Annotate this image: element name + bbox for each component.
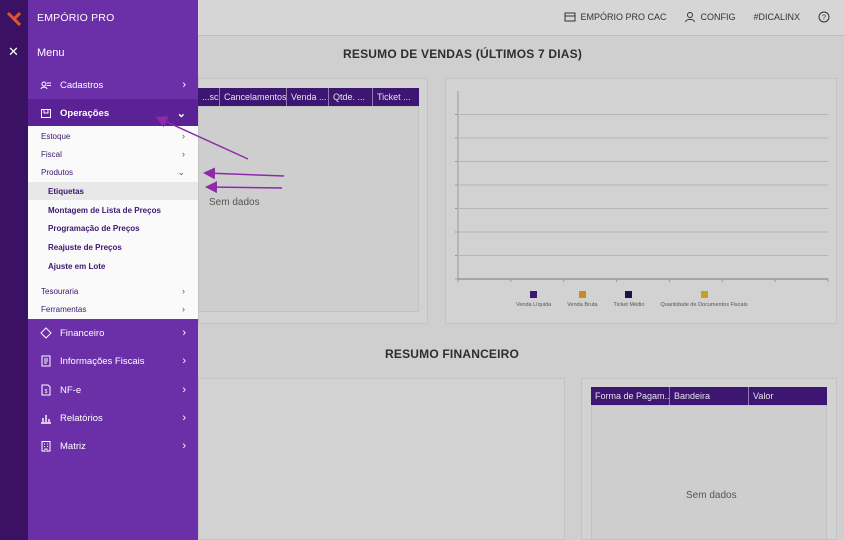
menu-title: Menu	[37, 47, 65, 59]
menu-item-matriz[interactable]: Matriz ›	[28, 432, 198, 460]
col-header[interactable]: Bandeira	[670, 387, 749, 405]
sales-chart: Venda Líquida Venda Bruta Ticket Médio Q…	[445, 78, 837, 324]
menu-item-relatorios[interactable]: Relatórios ›	[28, 404, 198, 432]
submenu-item-etiquetas[interactable]: Etiquetas	[28, 182, 198, 200]
chevron-right-icon: ›	[182, 384, 186, 396]
col-header[interactable]: Forma de Pagam...	[591, 387, 670, 405]
submenu-item-ferramentas[interactable]: Ferramentas ›	[28, 300, 198, 318]
legend-item[interactable]: Ticket Médio	[613, 291, 644, 308]
financial-summary-title: RESUMO FINANCEIRO	[385, 347, 520, 361]
submenu-item-montagem-lista-precos[interactable]: Montagem de Lista de Preços	[28, 201, 198, 219]
bar-chart-icon	[41, 415, 51, 424]
store-selector[interactable]: EMPÓRIO PRO CAC	[564, 11, 666, 23]
submenu-item-fiscal[interactable]: Fiscal ›	[28, 145, 198, 163]
document-icon	[41, 355, 51, 367]
user-icon	[685, 12, 696, 23]
help-icon: ?	[818, 11, 830, 23]
col-header[interactable]: Ticket ...	[373, 88, 419, 106]
col-header[interactable]: Cancelamentos	[220, 88, 287, 106]
chevron-right-icon: ›	[182, 286, 185, 296]
linx-logo-icon	[7, 12, 21, 26]
submenu-item-ajuste-lote[interactable]: Ajuste em Lote	[28, 257, 198, 275]
menu-item-informacoes-fiscais[interactable]: Informações Fiscais ›	[28, 347, 198, 375]
chevron-right-icon: ›	[182, 412, 186, 424]
dicalinx-label: #DICALINX	[753, 12, 800, 22]
nfe-icon: $	[41, 384, 51, 396]
legend-item[interactable]: Venda Bruta	[567, 291, 597, 308]
close-icon[interactable]: ✕	[8, 45, 19, 58]
store-icon	[564, 12, 576, 22]
chart-legend: Venda Líquida Venda Bruta Ticket Médio Q…	[516, 291, 748, 308]
menu-item-financeiro[interactable]: Financeiro ›	[28, 319, 198, 347]
help-button[interactable]: ?	[818, 11, 830, 23]
chevron-right-icon: ›	[182, 304, 185, 314]
legend-swatch	[625, 291, 633, 298]
brand-title: EMPÓRIO PRO	[37, 12, 115, 24]
col-header[interactable]: Qtde. ...	[329, 88, 373, 106]
chevron-down-icon: ⌄	[176, 107, 186, 120]
menu-item-operacoes[interactable]: Operações ⌄	[28, 99, 198, 127]
chart-canvas	[455, 91, 829, 282]
operacoes-submenu: Estoque › Fiscal › Produtos ⌄ Etiquetas …	[28, 126, 198, 319]
legend-item[interactable]: Quantidade de Documentos Fiscais	[660, 291, 748, 308]
sales-summary-title: RESUMO DE VENDAS (ÚLTIMOS 7 DIAS)	[343, 47, 583, 61]
legend-item[interactable]: Venda Líquida	[516, 291, 551, 308]
svg-text:$: $	[45, 389, 48, 395]
config-label: CONFIG	[700, 12, 736, 22]
submenu-item-reajuste-precos[interactable]: Reajuste de Preços	[28, 238, 198, 256]
menu-item-cadastros[interactable]: Cadastros ›	[28, 71, 198, 99]
col-header[interactable]: ...sci...	[198, 88, 220, 106]
building-icon	[41, 441, 51, 452]
submenu-item-programacao-precos[interactable]: Programação de Preços	[28, 219, 198, 237]
config-button[interactable]: CONFIG	[684, 11, 735, 23]
sales-table-header: ...sci... Cancelamentos Venda ... Qtde. …	[198, 88, 419, 106]
address-card-icon	[40, 81, 51, 90]
diamond-icon	[40, 327, 52, 339]
icon-rail: ✕	[0, 0, 28, 540]
submenu-item-estoque[interactable]: Estoque ›	[28, 127, 198, 145]
menu-item-nfe[interactable]: $ NF-e ›	[28, 376, 198, 404]
col-header[interactable]: Venda ...	[287, 88, 329, 106]
submenu-item-produtos[interactable]: Produtos ⌄	[28, 163, 198, 181]
chevron-right-icon: ›	[182, 131, 185, 141]
store-label: EMPÓRIO PRO CAC	[580, 12, 667, 22]
svg-text:?: ?	[822, 15, 826, 22]
legend-swatch	[700, 291, 708, 298]
legend-swatch	[578, 291, 586, 298]
chevron-right-icon: ›	[182, 327, 186, 339]
financial-left-panel	[198, 378, 565, 540]
box-icon	[41, 109, 51, 118]
legend-swatch	[530, 291, 538, 298]
financial-table-body	[591, 405, 827, 540]
chevron-right-icon: ›	[182, 440, 186, 452]
chevron-right-icon: ›	[182, 355, 186, 367]
chevron-right-icon: ›	[182, 149, 185, 159]
dicalinx-link[interactable]: #DICALINX	[753, 12, 800, 22]
col-header[interactable]: Valor	[749, 387, 827, 405]
chevron-right-icon: ›	[182, 79, 186, 91]
top-bar: EMPÓRIO PRO CAC CONFIG #DICALINX ?	[198, 0, 844, 36]
financial-table-header: Forma de Pagam... Bandeira Valor	[591, 387, 827, 405]
submenu-item-tesouraria[interactable]: Tesouraria ›	[28, 282, 198, 300]
sales-empty-message: Sem dados	[209, 197, 260, 208]
sales-table-body	[198, 106, 419, 312]
chevron-down-icon: ⌄	[177, 166, 185, 177]
financial-empty-message: Sem dados	[686, 490, 737, 501]
